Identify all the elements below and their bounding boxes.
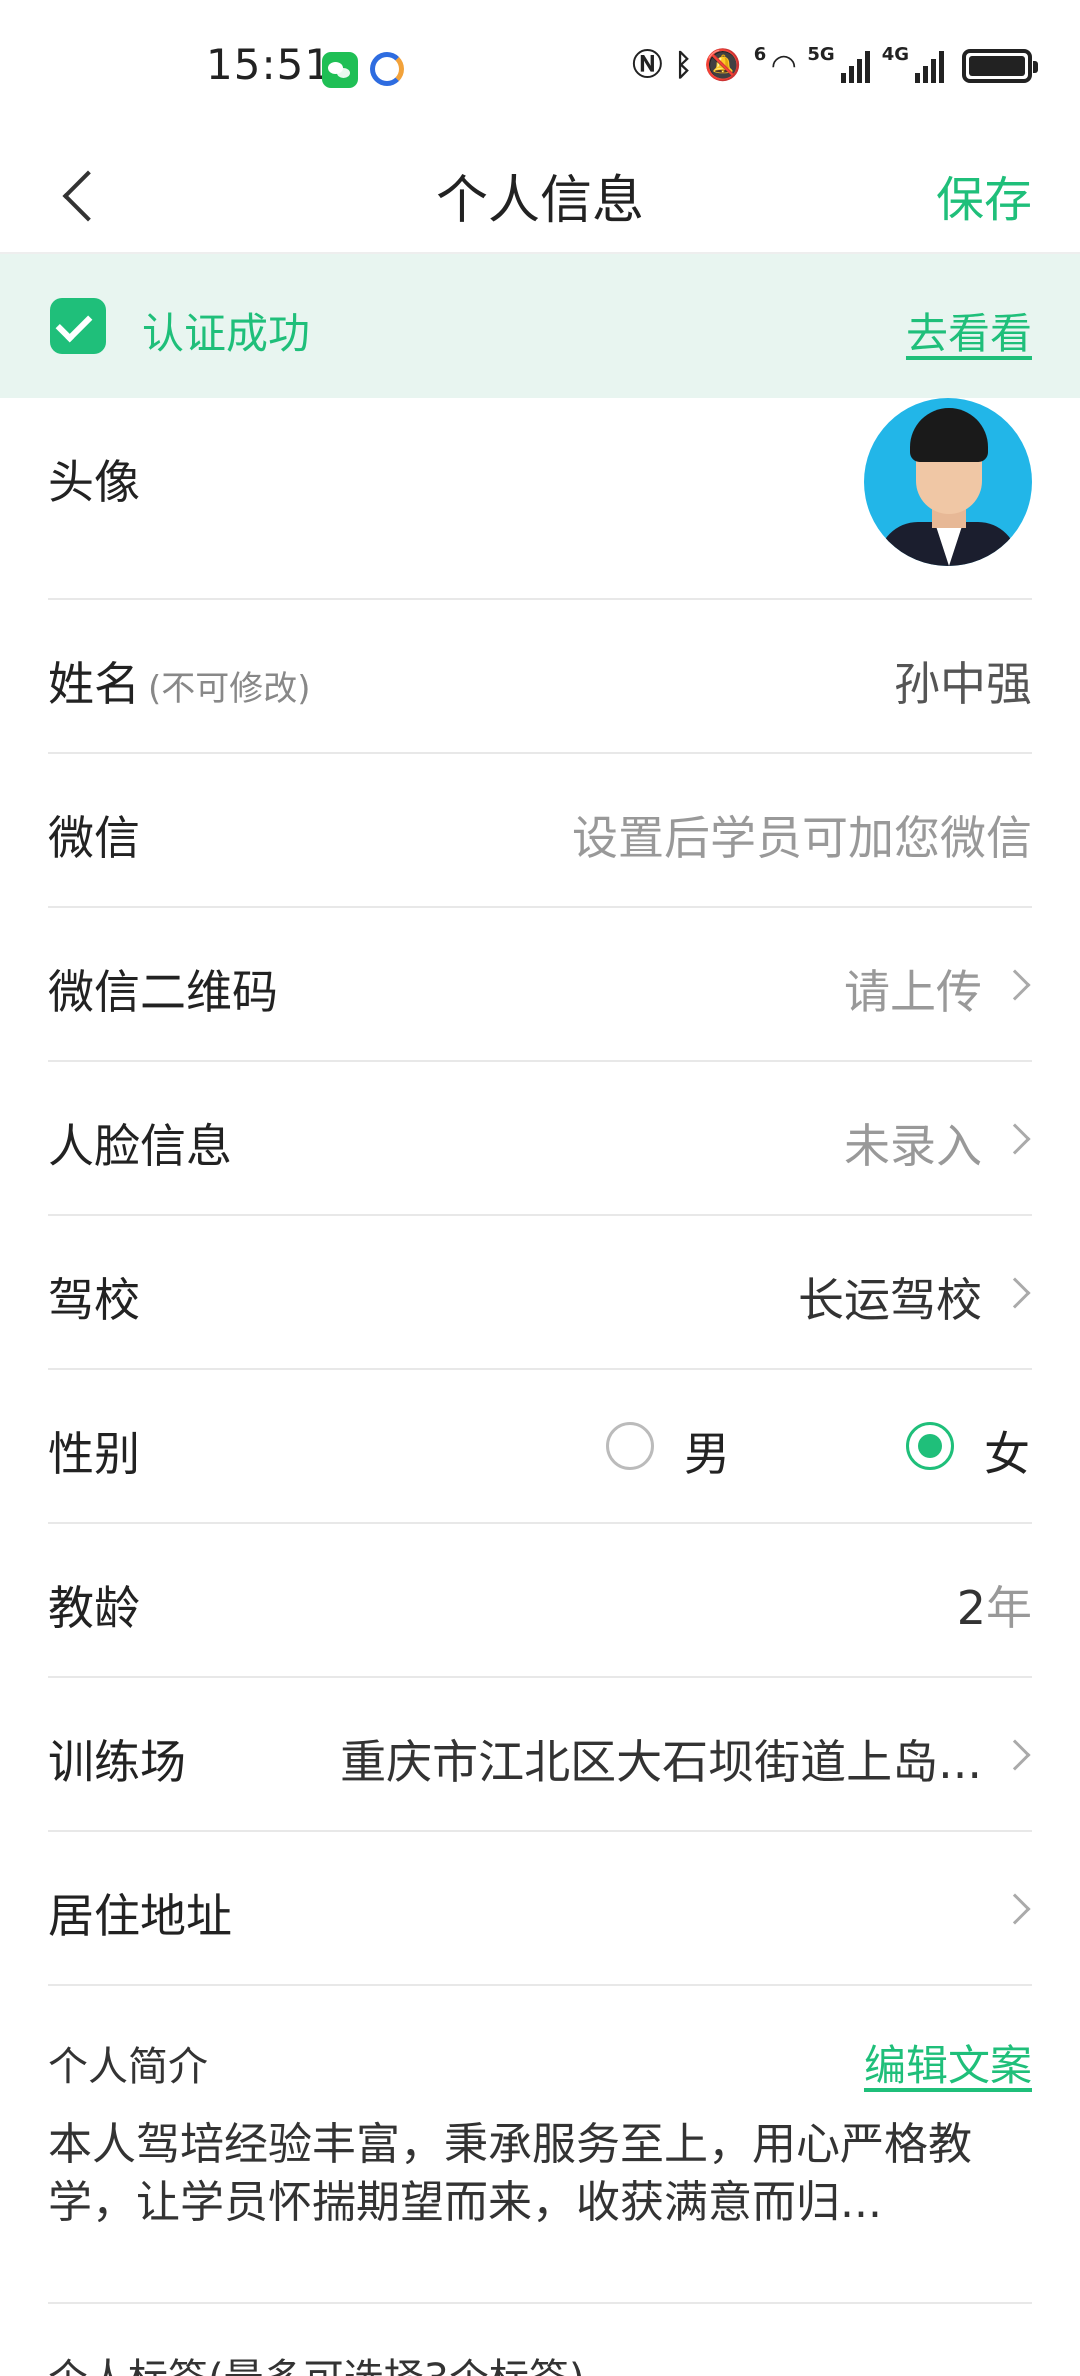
teaching-age-label: 教龄 bbox=[48, 1581, 140, 1635]
signal-5g-icon bbox=[840, 49, 870, 83]
status-bar: 15:51 Ⓝ ᛒ 🔕 6 ◠ 5G 4G bbox=[0, 0, 1080, 136]
qrcode-value: 请上传 bbox=[844, 965, 982, 1019]
school-label: 驾校 bbox=[48, 1273, 140, 1327]
wifi-icon: ◠ bbox=[772, 48, 796, 83]
name-note: (不可修改) bbox=[148, 669, 311, 709]
chevron-right-icon bbox=[999, 1739, 1031, 1771]
avatar-row[interactable]: 头像 bbox=[48, 398, 1032, 600]
mute-bell-icon: 🔕 bbox=[704, 48, 742, 83]
view-auth-link[interactable]: 去看看 bbox=[906, 300, 1032, 361]
wechat-input[interactable]: 设置后学员可加您微信 bbox=[572, 802, 1032, 868]
network-5g-label: 5G bbox=[807, 43, 835, 65]
avatar-hair bbox=[910, 408, 988, 462]
face-label: 人脸信息 bbox=[48, 1119, 232, 1173]
bluetooth-icon: ᛒ bbox=[674, 48, 693, 83]
page-title: 个人信息 bbox=[435, 171, 644, 231]
status-time: 15:51 bbox=[206, 40, 333, 89]
bio-header: 个人简介 编辑文案 bbox=[48, 2024, 1032, 2104]
face-info-row[interactable]: 人脸信息 未录入 bbox=[48, 1062, 1032, 1216]
auth-banner: 认证成功 去看看 bbox=[0, 254, 1080, 398]
name-value: 孙中强 bbox=[894, 657, 1032, 711]
training-field-row[interactable]: 训练场 重庆市江北区大石坝街道上岛... bbox=[48, 1678, 1032, 1832]
divider bbox=[48, 2302, 1032, 2304]
chevron-right-icon bbox=[999, 1123, 1031, 1155]
auth-status-text: 认证成功 bbox=[142, 309, 311, 358]
nfc-icon: Ⓝ bbox=[632, 48, 663, 83]
gender-male-radio[interactable] bbox=[606, 1422, 654, 1470]
battery-icon bbox=[962, 49, 1038, 83]
wechat-label: 微信 bbox=[48, 811, 140, 865]
gender-female-radio[interactable] bbox=[906, 1422, 954, 1470]
face-value: 未录入 bbox=[844, 1119, 982, 1173]
check-icon bbox=[50, 298, 106, 354]
chevron-right-icon bbox=[999, 1893, 1031, 1925]
gender-label: 性别 bbox=[48, 1427, 140, 1481]
teaching-age-number: 2 bbox=[956, 1581, 986, 1635]
avatar[interactable] bbox=[864, 398, 1032, 566]
status-icons: Ⓝ ᛒ 🔕 6 ◠ 5G 4G bbox=[632, 43, 1038, 86]
address-row[interactable]: 居住地址 bbox=[48, 1832, 1032, 1986]
wechat-notification-icon bbox=[322, 52, 358, 88]
signal-4g-icon bbox=[915, 49, 944, 83]
gender-male-label[interactable]: 男 bbox=[684, 1418, 730, 1484]
wifi-badge: 6 bbox=[753, 43, 767, 65]
teaching-age-unit: 年 bbox=[986, 1581, 1032, 1635]
name-label: 姓名 (不可修改) bbox=[48, 648, 311, 714]
address-label: 居住地址 bbox=[48, 1889, 232, 1943]
name-row: 姓名 (不可修改) 孙中强 bbox=[48, 600, 1032, 754]
teaching-age-value[interactable]: 2年 bbox=[957, 1572, 1032, 1638]
chevron-right-icon bbox=[999, 1277, 1031, 1309]
nav-bar: 个人信息 保存 bbox=[0, 136, 1080, 254]
wechat-qrcode-row[interactable]: 微信二维码 请上传 bbox=[48, 908, 1032, 1062]
training-field-label: 训练场 bbox=[48, 1735, 186, 1789]
bio-text: 本人驾培经验丰富，秉承服务至上，用心严格教学，让学员怀揣期望而来，收获满意而归.… bbox=[48, 2119, 972, 2228]
qrcode-label: 微信二维码 bbox=[48, 965, 278, 1019]
save-button[interactable]: 保存 bbox=[936, 160, 1032, 230]
app-notification-icon bbox=[370, 52, 404, 86]
gender-row: 性别 男 女 bbox=[48, 1370, 1032, 1524]
school-value: 长运驾校 bbox=[798, 1273, 982, 1327]
avatar-label: 头像 bbox=[48, 455, 140, 509]
network-4g-label: 4G bbox=[881, 43, 909, 65]
tags-title: 个人标签(最多可选择3个标签) bbox=[48, 2346, 585, 2376]
name-label-text: 姓名 bbox=[48, 657, 140, 711]
wechat-row[interactable]: 微信 设置后学员可加您微信 bbox=[48, 754, 1032, 908]
gender-female-label[interactable]: 女 bbox=[984, 1418, 1030, 1484]
driving-school-row[interactable]: 驾校 长运驾校 bbox=[48, 1216, 1032, 1370]
chevron-right-icon bbox=[999, 969, 1031, 1001]
teaching-age-row[interactable]: 教龄 2年 bbox=[48, 1524, 1032, 1678]
edit-bio-link[interactable]: 编辑文案 bbox=[864, 2032, 1032, 2093]
training-field-value: 重庆市江北区大石坝街道上岛... bbox=[340, 1735, 982, 1789]
bio-title: 个人简介 bbox=[48, 2044, 208, 2090]
